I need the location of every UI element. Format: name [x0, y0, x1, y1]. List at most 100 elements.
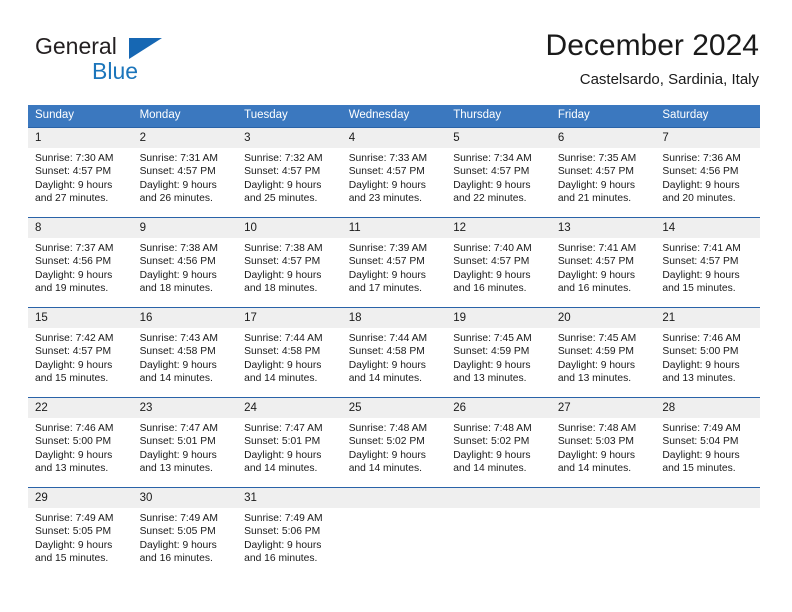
sunrise-text: Sunrise: 7:30 AM: [35, 153, 114, 164]
day-cell[interactable]: 8 Sunrise: 7:37 AM Sunset: 4:56 PM Daylight…: [28, 217, 133, 307]
day-cell[interactable]: 17 Sunrise: 7:44 AM Sunset: 4:58 PM Dayligh…: [237, 307, 342, 397]
sunset-text: Sunset: 5:06 PM: [244, 526, 321, 538]
sunset-text: Sunset: 4:58 PM: [348, 346, 425, 358]
daylight-text-line1: Daylight: 9 hours: [139, 539, 217, 551]
daylight-text-line2: and 21 minutes.: [557, 193, 632, 205]
sunset-text: Sunset: 5:01 PM: [244, 436, 321, 448]
day-details: Sunrise: 7:49 AM Sunset: 5:05 PM Daylight:…: [133, 508, 238, 566]
day-details: Sunrise: 7:48 AM Sunset: 5:02 PM Daylight:…: [446, 418, 551, 476]
day-cell[interactable]: 24 Sunrise: 7:47 AM Sunset: 5:01 PM Dayligh…: [237, 397, 342, 487]
day-number: 7: [655, 128, 760, 148]
daylight-text-line1: Daylight: 9 hours: [35, 179, 113, 191]
daylight-text-line1: Daylight: 9 hours: [244, 269, 322, 281]
weekday-header-tuesday: Tuesday: [237, 105, 342, 127]
day-details: Sunrise: 7:41 AM Sunset: 4:57 PM Daylight:…: [655, 238, 760, 296]
sunrise-text: Sunrise: 7:49 AM: [139, 513, 218, 524]
sunrise-text: Sunrise: 7:49 AM: [662, 423, 741, 434]
day-cell[interactable]: 3 Sunrise: 7:32 AM Sunset: 4:57 PM Daylight…: [237, 127, 342, 217]
day-cell[interactable]: 12 Sunrise: 7:40 AM Sunset: 4:57 PM Dayligh…: [446, 217, 551, 307]
daylight-text-line1: Daylight: 9 hours: [35, 269, 113, 281]
logo-triangle-icon: [129, 38, 162, 59]
day-cell[interactable]: 25 Sunrise: 7:48 AM Sunset: 5:02 PM Dayligh…: [341, 397, 447, 487]
day-cell[interactable]: 10 Sunrise: 7:38 AM Sunset: 4:57 PM Dayligh…: [237, 217, 342, 307]
day-details: Sunrise: 7:45 AM Sunset: 4:59 PM Daylight:…: [446, 328, 551, 386]
sunset-text: Sunset: 4:57 PM: [453, 166, 530, 178]
day-cell[interactable]: 18 Sunrise: 7:44 AM Sunset: 4:58 PM Dayligh…: [341, 307, 447, 397]
day-cell[interactable]: 15 Sunrise: 7:42 AM Sunset: 4:57 PM Dayligh…: [28, 307, 133, 397]
day-cell[interactable]: 21 Sunrise: 7:46 AM Sunset: 5:00 PM Dayligh…: [655, 307, 760, 397]
day-details: Sunrise: 7:32 AM Sunset: 4:57 PM Daylight:…: [237, 148, 342, 206]
sunset-text: Sunset: 4:59 PM: [557, 346, 634, 358]
weekday-header-saturday: Saturday: [655, 105, 760, 127]
daylight-text-line1: Daylight: 9 hours: [453, 269, 531, 281]
sunset-text: Sunset: 5:03 PM: [557, 436, 634, 448]
daylight-text-line2: and 17 minutes.: [348, 283, 422, 295]
general-blue-logo[interactable]: General Blue: [35, 33, 265, 88]
sunrise-text: Sunrise: 7:48 AM: [453, 423, 532, 434]
day-cell[interactable]: 27 Sunrise: 7:48 AM Sunset: 5:03 PM Dayligh…: [550, 397, 656, 487]
day-cell[interactable]: 2 Sunrise: 7:31 AM Sunset: 4:57 PM Daylight…: [132, 127, 238, 217]
daylight-text-line2: and 13 minutes.: [557, 373, 632, 385]
sunset-text: Sunset: 4:57 PM: [557, 256, 634, 268]
day-cell[interactable]: 9 Sunrise: 7:38 AM Sunset: 4:56 PM Daylight…: [132, 217, 238, 307]
daylight-text-line2: and 27 minutes.: [35, 193, 109, 205]
day-cell[interactable]: 26 Sunrise: 7:48 AM Sunset: 5:02 PM Dayligh…: [446, 397, 551, 487]
day-cell-empty: [446, 487, 551, 577]
daylight-text-line2: and 18 minutes.: [244, 283, 318, 295]
day-details: Sunrise: 7:47 AM Sunset: 5:01 PM Daylight:…: [237, 418, 342, 476]
day-cell[interactable]: 31 Sunrise: 7:49 AM Sunset: 5:06 PM Dayligh…: [237, 487, 342, 577]
sunset-text: Sunset: 4:58 PM: [139, 346, 216, 358]
daylight-text-line1: Daylight: 9 hours: [557, 449, 636, 461]
day-cell[interactable]: 13 Sunrise: 7:41 AM Sunset: 4:57 PM Dayligh…: [550, 217, 656, 307]
daylight-text-line2: and 23 minutes.: [348, 193, 422, 205]
daylight-text-line1: Daylight: 9 hours: [139, 359, 217, 371]
day-cell[interactable]: 20 Sunrise: 7:45 AM Sunset: 4:59 PM Dayligh…: [550, 307, 656, 397]
daylight-text-line1: Daylight: 9 hours: [244, 359, 322, 371]
sunrise-text: Sunrise: 7:41 AM: [557, 243, 637, 254]
daylight-text-line1: Daylight: 9 hours: [35, 359, 113, 371]
day-cell[interactable]: 22 Sunrise: 7:46 AM Sunset: 5:00 PM Dayligh…: [28, 397, 133, 487]
calendar-page: General Blue December 2024 Castelsardo, …: [0, 0, 792, 612]
day-cell[interactable]: 5 Sunrise: 7:34 AM Sunset: 4:57 PM Daylight…: [446, 127, 551, 217]
daylight-text-line1: Daylight: 9 hours: [453, 179, 531, 191]
day-cell-empty: [550, 487, 656, 577]
day-details: Sunrise: 7:46 AM Sunset: 5:00 PM Daylight:…: [28, 418, 133, 476]
daylight-text-line1: Daylight: 9 hours: [348, 269, 426, 281]
daylight-text-line1: Daylight: 9 hours: [348, 179, 426, 191]
sunset-text: Sunset: 5:02 PM: [348, 436, 425, 448]
sunset-text: Sunset: 4:57 PM: [244, 256, 321, 268]
day-cell[interactable]: 14 Sunrise: 7:41 AM Sunset: 4:57 PM Dayligh…: [655, 217, 760, 307]
day-details: Sunrise: 7:48 AM Sunset: 5:02 PM Daylight:…: [342, 418, 447, 476]
daylight-text-line1: Daylight: 9 hours: [139, 179, 217, 191]
day-number: 5: [446, 128, 551, 148]
day-cell[interactable]: 23 Sunrise: 7:47 AM Sunset: 5:01 PM Dayligh…: [132, 397, 238, 487]
day-cell[interactable]: 1 Sunrise: 7:30 AM Sunset: 4:57 PM Daylight…: [28, 127, 133, 217]
sunset-text: Sunset: 4:57 PM: [244, 166, 321, 178]
daylight-text-line2: and 14 minutes.: [453, 463, 527, 475]
day-details: [655, 508, 760, 512]
day-cell[interactable]: 7 Sunrise: 7:36 AM Sunset: 4:56 PM Daylight…: [655, 127, 760, 217]
sunset-text: Sunset: 5:01 PM: [139, 436, 216, 448]
day-cell[interactable]: 19 Sunrise: 7:45 AM Sunset: 4:59 PM Dayligh…: [446, 307, 551, 397]
daylight-text-line1: Daylight: 9 hours: [453, 449, 531, 461]
day-cell[interactable]: 11 Sunrise: 7:39 AM Sunset: 4:57 PM Dayligh…: [341, 217, 447, 307]
sunset-text: Sunset: 5:02 PM: [453, 436, 530, 448]
day-number: 10: [237, 218, 342, 238]
day-number: 11: [341, 218, 447, 238]
day-cell[interactable]: 30 Sunrise: 7:49 AM Sunset: 5:05 PM Dayligh…: [132, 487, 238, 577]
daylight-text-line1: Daylight: 9 hours: [139, 269, 217, 281]
sunrise-text: Sunrise: 7:47 AM: [244, 423, 323, 434]
day-cell[interactable]: 29 Sunrise: 7:49 AM Sunset: 5:05 PM Dayligh…: [28, 487, 133, 577]
day-cell[interactable]: 6 Sunrise: 7:35 AM Sunset: 4:57 PM Daylight…: [550, 127, 656, 217]
sunrise-text: Sunrise: 7:43 AM: [139, 333, 218, 344]
daylight-text-line2: and 16 minutes.: [557, 283, 632, 295]
day-details: Sunrise: 7:39 AM Sunset: 4:57 PM Daylight:…: [342, 238, 447, 296]
daylight-text-line2: and 26 minutes.: [139, 193, 213, 205]
day-cell[interactable]: 16 Sunrise: 7:43 AM Sunset: 4:58 PM Dayligh…: [132, 307, 238, 397]
day-cell[interactable]: 4 Sunrise: 7:33 AM Sunset: 4:57 PM Daylight…: [341, 127, 447, 217]
sunset-text: Sunset: 4:56 PM: [662, 166, 739, 178]
sunrise-text: Sunrise: 7:49 AM: [244, 513, 323, 524]
daylight-text-line2: and 19 minutes.: [35, 283, 109, 295]
day-cell[interactable]: 28 Sunrise: 7:49 AM Sunset: 5:04 PM Dayligh…: [655, 397, 760, 487]
daylight-text-line1: Daylight: 9 hours: [348, 359, 426, 371]
